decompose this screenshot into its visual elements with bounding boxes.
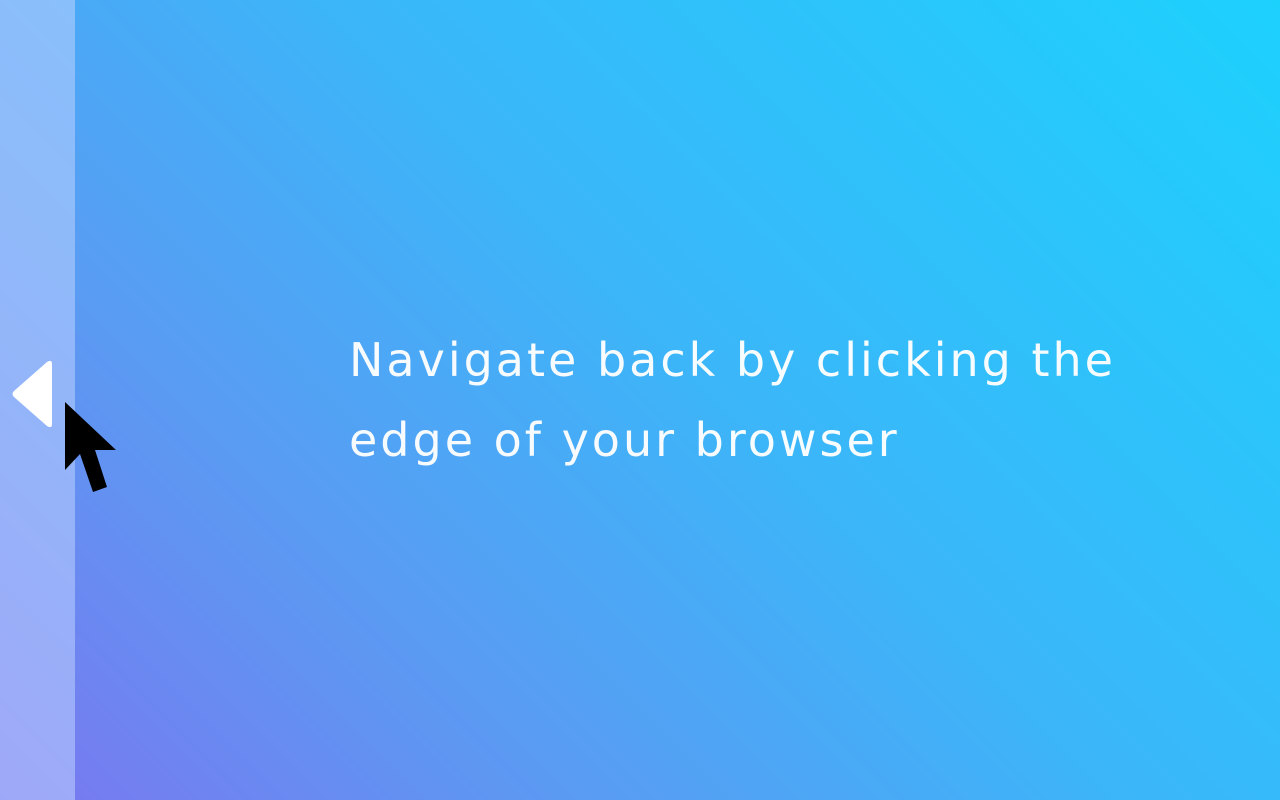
back-arrow-icon[interactable] [12,360,54,428]
navigation-hint: Navigate back by clicking the edge of yo… [349,320,1209,480]
hint-line-2: edge of your browser [349,413,900,467]
back-edge-zone[interactable] [0,0,75,800]
hint-line-1: Navigate back by clicking the [349,333,1116,387]
